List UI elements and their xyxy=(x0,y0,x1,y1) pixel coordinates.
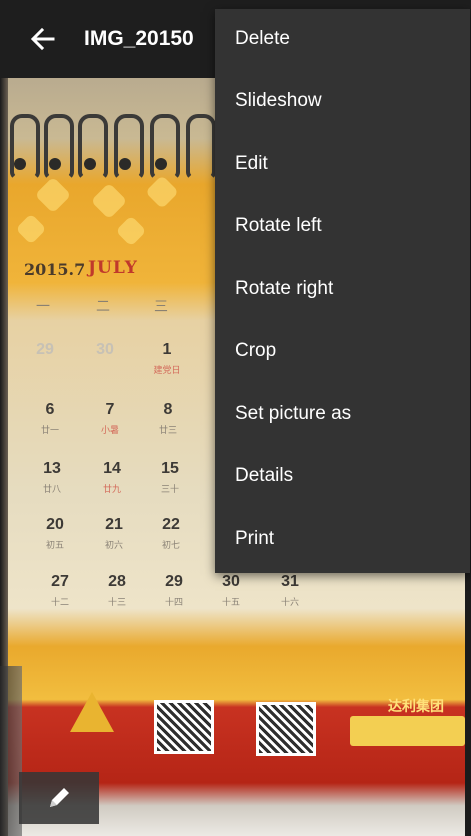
banner-plaque xyxy=(350,716,465,746)
mango-cube xyxy=(115,215,147,247)
calendar-day: 30 xyxy=(96,341,114,358)
menu-item-label: Print xyxy=(235,528,275,549)
ring-hole xyxy=(84,158,96,170)
calendar-day: 8 xyxy=(163,401,173,418)
menu-item-delete[interactable]: Delete xyxy=(215,9,470,71)
calendar-day: 30 xyxy=(222,573,240,590)
calendar-ring xyxy=(186,114,216,180)
lunar-label: 廿一 xyxy=(40,425,59,435)
mango-cube xyxy=(90,182,128,220)
menu-item-edit[interactable]: Edit xyxy=(215,134,470,196)
mango-cube xyxy=(34,176,72,214)
menu-item-label: Details xyxy=(235,465,294,486)
calendar-day: 29 xyxy=(165,573,183,590)
lunar-label: 初七 xyxy=(161,540,180,550)
qr-code xyxy=(256,702,316,756)
calendar-day: 14 xyxy=(103,460,121,477)
menu-item-label: Delete xyxy=(235,28,290,49)
weekday-mark: 二 xyxy=(96,298,110,314)
menu-item-label: Rotate left xyxy=(235,215,322,236)
calendar-day: 22 xyxy=(162,516,180,533)
menu-item-details[interactable]: Details xyxy=(215,446,470,508)
calendar-day: 21 xyxy=(105,516,123,533)
menu-item-label: Slideshow xyxy=(235,90,322,111)
menu-item-print[interactable]: Print xyxy=(215,509,470,571)
menu-item-slideshow[interactable]: Slideshow xyxy=(215,71,470,133)
ring-hole xyxy=(14,158,26,170)
weekday-mark: 一 xyxy=(36,298,50,314)
mango-cube xyxy=(145,175,179,209)
lunar-label: 十三 xyxy=(107,597,126,607)
lunar-label: 十六 xyxy=(280,597,299,607)
calendar-day: 20 xyxy=(46,516,64,533)
menu-item-label: Set picture as xyxy=(235,403,352,424)
calendar-day: 28 xyxy=(108,573,126,590)
calendar-ring xyxy=(44,114,74,180)
ring-hole xyxy=(155,158,167,170)
lunar-label: 十二 xyxy=(50,597,69,607)
brand-logo xyxy=(70,692,114,732)
menu-item-label: Rotate right xyxy=(235,278,334,299)
calendar-day: 6 xyxy=(45,401,55,418)
menu-item-label: Edit xyxy=(235,153,268,174)
ring-hole xyxy=(49,158,61,170)
calendar-ring xyxy=(114,114,144,180)
calendar-day: 7 xyxy=(105,401,115,418)
calendar-day: 31 xyxy=(281,573,299,590)
lunar-label: 廿八 xyxy=(42,484,61,494)
menu-item-label: Crop xyxy=(235,340,277,361)
calendar-day: 15 xyxy=(161,460,179,477)
calendar-year: 2015.7 xyxy=(24,260,86,279)
ring-hole xyxy=(119,158,131,170)
lunar-label: 廿三 xyxy=(158,425,177,435)
edit-button[interactable] xyxy=(19,772,99,824)
arrow-back-icon[interactable] xyxy=(28,24,58,54)
lunar-label: 小暑 xyxy=(100,425,119,435)
overflow-menu: Delete Slideshow Edit Rotate left Rotate… xyxy=(215,9,470,573)
lunar-label: 十四 xyxy=(164,597,183,607)
menu-item-rotate-right[interactable]: Rotate right xyxy=(215,259,470,321)
calendar-day: 13 xyxy=(43,460,61,477)
calendar-day: 27 xyxy=(51,573,69,590)
calendar-day: 1 xyxy=(162,341,172,358)
calendar-day: 29 xyxy=(36,341,54,358)
banner-title: 达利集团 xyxy=(388,698,444,714)
qr-code xyxy=(154,700,214,754)
lunar-label: 廿九 xyxy=(102,484,121,494)
lunar-label: 十五 xyxy=(221,597,240,607)
pencil-icon xyxy=(43,782,75,814)
menu-item-set-picture-as[interactable]: Set picture as xyxy=(215,384,470,446)
lunar-label: 三十 xyxy=(160,484,179,494)
gallery-screen: 2015.7 JULY 一 二 三 29 30 1 建党日 6 7 8 廿一 小… xyxy=(0,0,471,836)
menu-item-rotate-left[interactable]: Rotate left xyxy=(215,196,470,258)
lunar-label: 初六 xyxy=(104,540,123,550)
calendar-month: JULY xyxy=(88,258,138,278)
calendar-ring xyxy=(150,114,180,180)
lunar-label: 初五 xyxy=(45,540,64,550)
image-title: IMG_20150 xyxy=(84,27,194,50)
menu-item-crop[interactable]: Crop xyxy=(215,321,470,383)
lunar-label: 建党日 xyxy=(153,365,181,375)
mango-cube xyxy=(15,213,47,245)
weekday-mark: 三 xyxy=(154,298,168,314)
calendar-ring xyxy=(78,114,108,180)
calendar-ring xyxy=(10,114,40,180)
